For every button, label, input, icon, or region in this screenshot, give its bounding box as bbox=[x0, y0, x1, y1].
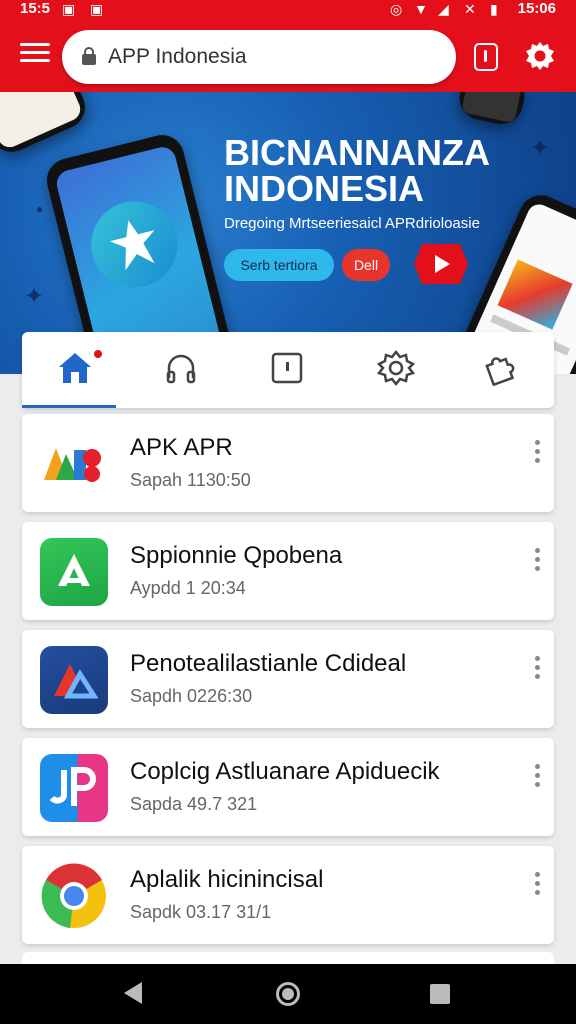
recent-apps-icon[interactable] bbox=[430, 984, 450, 1004]
settings-gear-icon bbox=[376, 350, 416, 386]
list-item[interactable]: Aplalik hicinincisal Sapdk 03.17 31/1 bbox=[22, 846, 554, 944]
door-icon bbox=[271, 352, 303, 384]
signal-icon: ◢ bbox=[438, 1, 449, 17]
more-vert-icon[interactable] bbox=[530, 548, 544, 580]
tab-audio[interactable] bbox=[128, 332, 234, 408]
banner-primary-button[interactable]: Serb tertiora bbox=[224, 249, 334, 281]
system-nav-bar bbox=[0, 964, 576, 1024]
more-vert-icon[interactable] bbox=[530, 764, 544, 796]
notification-dot bbox=[94, 350, 102, 358]
app-name: Coplcig Astluanare Apiduecik bbox=[130, 758, 440, 785]
status-time-right: 15:06 bbox=[517, 0, 556, 17]
chrome-icon bbox=[40, 862, 108, 930]
list-item[interactable]: APK APR Sapah 1130:50 bbox=[22, 414, 554, 512]
mute-icon: ✕ bbox=[464, 1, 476, 17]
phone-image bbox=[455, 92, 529, 129]
gear-icon[interactable] bbox=[524, 40, 556, 72]
tab-extensions[interactable] bbox=[446, 332, 552, 408]
app-name: Penotealilastianle Cdideal bbox=[130, 650, 407, 677]
location-icon: ◎ bbox=[390, 1, 403, 17]
app-meta: Sapah 1130:50 bbox=[130, 470, 251, 490]
youtube-play-icon[interactable] bbox=[414, 244, 468, 284]
app-logo-icon bbox=[82, 192, 187, 297]
banner-title-line2: INDONESIA bbox=[224, 168, 425, 209]
wifi-icon: ▼ bbox=[414, 1, 428, 17]
address-bar[interactable]: APP Indonesia bbox=[62, 30, 456, 84]
app-name: APK APR bbox=[130, 434, 233, 461]
decor-icon: ● bbox=[36, 202, 44, 216]
notification-icon: ▣ bbox=[62, 1, 76, 17]
banner-title-line1: BICNANNANZA bbox=[224, 132, 490, 173]
lock-icon bbox=[82, 47, 96, 65]
tab-settings[interactable] bbox=[340, 332, 446, 408]
phone-image bbox=[0, 92, 92, 159]
hamburger-icon[interactable] bbox=[20, 43, 50, 67]
tabs-icon[interactable] bbox=[474, 43, 498, 71]
triangle-logo-icon bbox=[40, 646, 108, 714]
status-time: 15:5 bbox=[20, 0, 51, 17]
tab-door[interactable] bbox=[234, 332, 340, 408]
app-meta: Sapdh 0226:30 bbox=[130, 686, 253, 706]
list-item[interactable]: Penotealilastianle Cdideal Sapdh 0226:30 bbox=[22, 630, 554, 728]
list-item[interactable]: Sppionnie Qpobena Aypdd 1 20:34 bbox=[22, 522, 554, 620]
jp-logo-icon bbox=[40, 754, 108, 822]
puzzle-icon bbox=[485, 357, 515, 386]
tab-home[interactable] bbox=[22, 332, 128, 408]
notification-icon: ▣ bbox=[90, 1, 104, 17]
more-vert-icon[interactable] bbox=[530, 872, 544, 904]
app-meta: Aypdd 1 20:34 bbox=[130, 578, 246, 598]
banner-subtitle: Dregoing Mrtseeriesaicl APRdrioloasie bbox=[224, 215, 480, 232]
banner-title: BICNANNANZA INDONESIA bbox=[224, 135, 490, 207]
apr-logo-icon bbox=[40, 430, 108, 498]
list-item[interactable]: Coplcig Astluanare Apiduecik Sapda 49.7 … bbox=[22, 738, 554, 836]
headphones-icon bbox=[166, 354, 196, 384]
more-vert-icon[interactable] bbox=[530, 440, 544, 472]
app-name: Sppionnie Qpobena bbox=[130, 542, 343, 569]
top-app-bar: 15:5 ▣ ▣ ◎ ▼ ◢ ✕ ▮ 15:06 APP Indonesia bbox=[0, 0, 576, 92]
app-meta: Sapda 49.7 321 bbox=[130, 794, 258, 814]
decor-icon: ✦ bbox=[530, 135, 551, 162]
decor-icon: ✦ bbox=[24, 283, 45, 310]
back-icon[interactable] bbox=[124, 982, 142, 1004]
category-tab-bar bbox=[22, 332, 554, 408]
app-meta: Sapdk 03.17 31/1 bbox=[130, 902, 272, 922]
banner-secondary-button[interactable]: Dell bbox=[342, 249, 390, 281]
home-icon bbox=[59, 353, 91, 383]
address-text[interactable]: APP Indonesia bbox=[108, 45, 247, 69]
battery-icon: ▮ bbox=[490, 1, 498, 17]
status-bar: 15:5 ▣ ▣ ◎ ▼ ◢ ✕ ▮ 15:06 bbox=[0, 0, 576, 22]
home-circle-icon[interactable] bbox=[276, 982, 300, 1006]
app-store-icon bbox=[40, 538, 108, 606]
more-vert-icon[interactable] bbox=[530, 656, 544, 688]
app-name: Aplalik hicinincisal bbox=[130, 866, 324, 893]
